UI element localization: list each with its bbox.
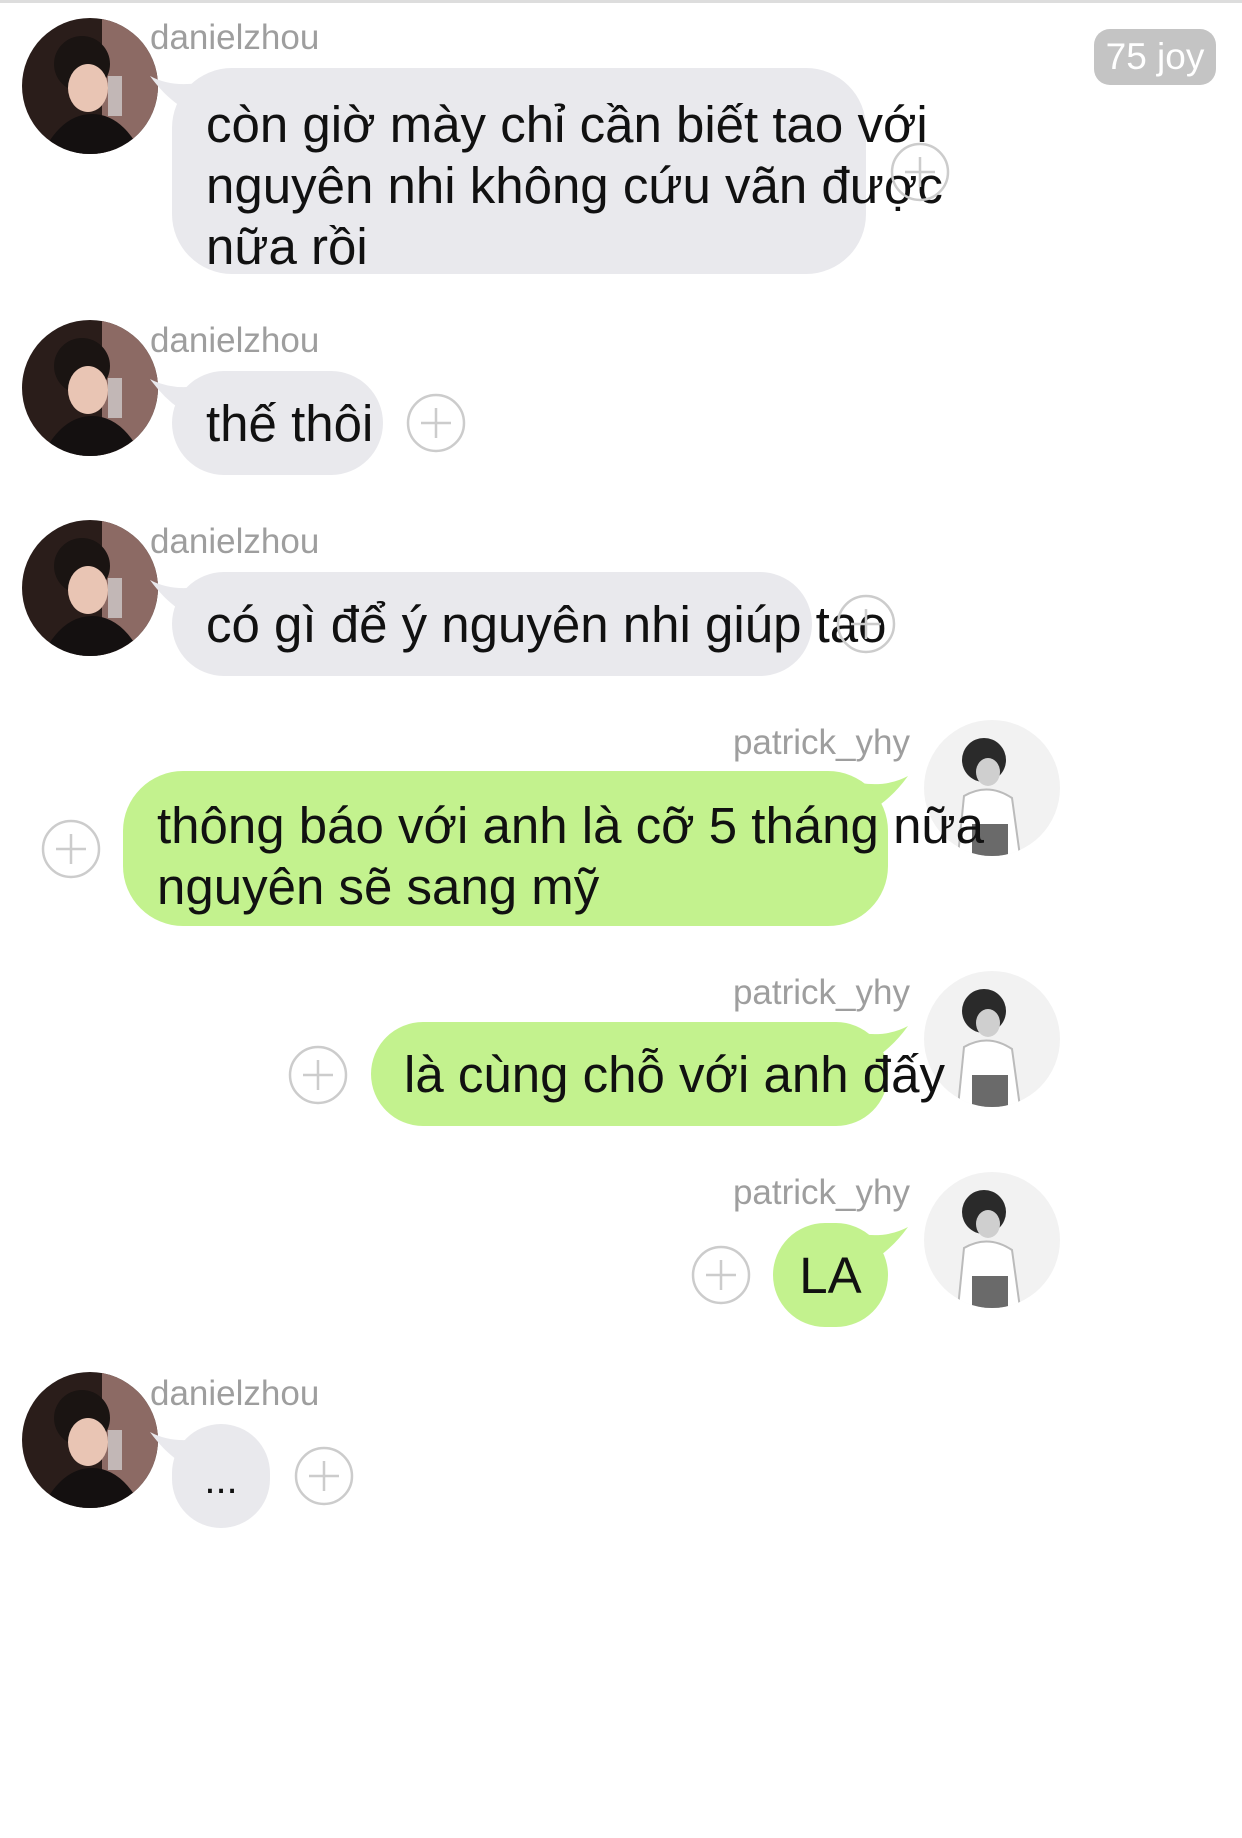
danielzhou-avatar[interactable] bbox=[22, 320, 158, 456]
danielzhou-avatar[interactable] bbox=[22, 1372, 158, 1508]
message-bubble[interactable]: thông báo với anh là cỡ 5 tháng nữa nguy… bbox=[123, 771, 984, 926]
add-reaction-button[interactable] bbox=[405, 392, 467, 454]
add-reaction-button[interactable] bbox=[40, 818, 102, 880]
sender-name: patrick_yhy bbox=[732, 723, 910, 762]
patrick-yhy-avatar[interactable] bbox=[924, 1172, 1060, 1308]
message-line: LA bbox=[799, 1247, 862, 1304]
message-line: còn giờ mày chỉ cần biết tao với bbox=[206, 96, 928, 153]
sender-name: patrick_yhy bbox=[732, 1173, 910, 1212]
sender-name: danielzhou bbox=[150, 321, 320, 360]
sender-name: danielzhou bbox=[150, 1374, 320, 1413]
message-line: thế thôi bbox=[206, 395, 374, 452]
danielzhou-avatar[interactable] bbox=[22, 18, 158, 154]
add-reaction-button[interactable] bbox=[690, 1244, 752, 1306]
sender-name: danielzhou bbox=[150, 522, 320, 561]
message-line: nguyên nhi không cứu vãn được bbox=[206, 157, 943, 214]
message-bubble[interactable]: là cùng chỗ với anh đấy bbox=[371, 1022, 945, 1126]
message-bubble[interactable]: có gì để ý nguyên nhi giúp tao bbox=[172, 572, 887, 676]
plus-circle-icon bbox=[288, 1045, 348, 1105]
danielzhou-avatar[interactable] bbox=[22, 520, 158, 656]
message-bubble[interactable]: thế thôi bbox=[172, 371, 383, 475]
plus-circle-icon bbox=[41, 819, 101, 879]
add-reaction-button[interactable] bbox=[889, 141, 951, 203]
add-reaction-button[interactable] bbox=[835, 593, 897, 655]
message-bubble[interactable]: LA bbox=[773, 1223, 888, 1327]
add-reaction-button[interactable] bbox=[287, 1044, 349, 1106]
plus-circle-icon bbox=[406, 393, 466, 453]
top-divider bbox=[0, 0, 1242, 3]
message-line: nguyên sẽ sang mỹ bbox=[157, 858, 600, 915]
message-line: là cùng chỗ với anh đấy bbox=[404, 1046, 945, 1103]
message-line: ... bbox=[204, 1458, 238, 1502]
unread-count-badge[interactable]: 75 joy bbox=[1094, 29, 1216, 85]
plus-circle-icon bbox=[836, 594, 896, 654]
message-bubble[interactable]: còn giờ mày chỉ cần biết tao với nguyên … bbox=[172, 68, 943, 275]
plus-circle-icon bbox=[691, 1245, 751, 1305]
message-line: nữa rồi bbox=[206, 218, 368, 275]
sender-name: patrick_yhy bbox=[732, 973, 910, 1012]
add-reaction-button[interactable] bbox=[293, 1445, 355, 1507]
plus-circle-icon bbox=[294, 1446, 354, 1506]
message-line: có gì để ý nguyên nhi giúp tao bbox=[206, 596, 887, 653]
sender-name: danielzhou bbox=[150, 18, 320, 57]
message-bubble[interactable]: ... bbox=[172, 1424, 270, 1528]
plus-circle-icon bbox=[890, 142, 950, 202]
message-line: thông báo với anh là cỡ 5 tháng nữa bbox=[157, 797, 984, 854]
